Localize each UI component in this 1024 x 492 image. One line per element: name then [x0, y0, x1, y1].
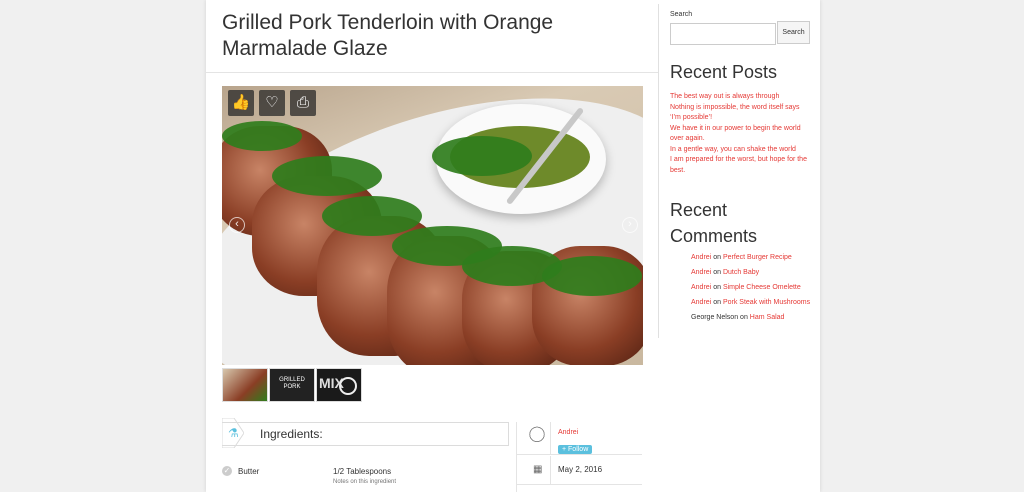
gallery-thumb[interactable]: MIX	[316, 368, 362, 402]
herb-topping	[542, 256, 642, 296]
ingredients-label: Ingredients:	[260, 427, 323, 441]
ingredient-amount: 1/2 Tablespoons	[333, 467, 392, 476]
follow-button[interactable]: + Follow	[558, 438, 593, 456]
recent-post-link[interactable]: Nothing is impossible, the word itself s…	[670, 103, 810, 124]
recent-posts-heading: Recent Posts	[670, 62, 778, 82]
content-divider	[658, 4, 659, 338]
title-area: Grilled Pork Tenderloin with Orange Marm…	[206, 4, 658, 73]
search-input[interactable]	[670, 23, 776, 45]
author-row: Andrei + Follow	[516, 422, 642, 455]
herb-topping	[222, 121, 302, 151]
comment-post-link[interactable]: Perfect Burger Recipe	[723, 254, 792, 261]
comment-post-link[interactable]: Simple Cheese Omelette	[723, 284, 801, 291]
heart-icon: ♡	[265, 94, 279, 111]
ingredient-note: Notes on this ingredient	[333, 479, 397, 485]
recent-comment-item: George Nelson on Ham Salad	[691, 313, 811, 322]
recent-post-link[interactable]: I am prepared for the worst, but hope fo…	[670, 155, 810, 176]
herb-topping	[432, 136, 532, 176]
recent-comments-heading-line1: Recent	[670, 200, 728, 220]
comment-on: on	[713, 284, 721, 291]
recent-post-link[interactable]: We have it in our power to begin the wor…	[670, 124, 810, 145]
gallery-thumb[interactable]: GRILLED PORK	[269, 368, 315, 402]
comment-author: George Nelson	[691, 314, 739, 321]
like-button[interactable]: 👍	[228, 90, 254, 116]
recent-post-link[interactable]: In a gentle way, you can shake the world	[670, 145, 810, 156]
comment-author-link[interactable]: Andrei	[691, 269, 711, 276]
play-icon	[339, 377, 357, 395]
comment-author-link[interactable]: Andrei	[691, 299, 711, 306]
print-icon: ⎙	[296, 94, 309, 111]
print-button[interactable]: ⎙	[290, 90, 316, 116]
favorite-button[interactable]: ♡	[259, 90, 285, 116]
comment-post-link[interactable]: Ham Salad	[750, 314, 785, 321]
herb-topping	[322, 196, 422, 236]
recent-comment-item: Andrei on Dutch Baby	[691, 268, 811, 277]
recent-comment-item: Andrei on Perfect Burger Recipe	[691, 253, 811, 262]
comment-author-link[interactable]: Andrei	[691, 254, 711, 261]
follow-label: + Follow	[558, 445, 593, 454]
chevron-left-icon: ‹	[235, 218, 239, 230]
ingredient-name: Butter	[238, 467, 260, 476]
comment-on: on	[740, 314, 748, 321]
author-link[interactable]: Andrei	[558, 429, 578, 436]
comment-on: on	[713, 254, 721, 261]
comment-post-link[interactable]: Dutch Baby	[723, 269, 759, 276]
recent-comments-heading-line2: Comments	[670, 226, 758, 246]
thumb-caption: GRILLED PORK	[279, 377, 305, 390]
page-title: Grilled Pork Tenderloin with Orange Marm…	[222, 11, 554, 60]
calendar-icon: ▦	[533, 464, 543, 475]
date-row: ▦ May 2, 2016	[516, 456, 642, 485]
date-divider	[550, 456, 551, 484]
avatar[interactable]	[526, 426, 548, 450]
recent-post-link[interactable]: The best way out is always through	[670, 92, 810, 103]
recent-comments-list: Andrei on Perfect Burger Recipe Andrei o…	[691, 253, 811, 328]
gallery-thumb[interactable]	[222, 368, 268, 402]
comment-on: on	[713, 299, 721, 306]
thumbs-up-icon: 👍	[231, 94, 251, 111]
carousel-next-button[interactable]: ›	[622, 217, 638, 233]
recent-comment-item: Andrei on Simple Cheese Omelette	[691, 283, 811, 292]
author-divider	[550, 422, 551, 454]
chevron-right-icon: ›	[628, 218, 632, 230]
search-button[interactable]: Search	[777, 21, 810, 44]
post-date: May 2, 2016	[558, 465, 603, 474]
comment-on: on	[713, 269, 721, 276]
comment-post-link[interactable]: Pork Steak with Mushrooms	[723, 299, 810, 306]
recipe-main-image[interactable]	[222, 86, 643, 365]
search-label: Search	[670, 11, 693, 18]
check-icon[interactable]: ✓	[222, 466, 232, 476]
herb-topping	[272, 156, 382, 196]
comment-author-link[interactable]: Andrei	[691, 284, 711, 291]
recent-posts-list: The best way out is always through Nothi…	[670, 92, 810, 176]
recent-comment-item: Andrei on Pork Steak with Mushrooms	[691, 298, 811, 307]
carousel-prev-button[interactable]: ‹	[229, 217, 245, 233]
